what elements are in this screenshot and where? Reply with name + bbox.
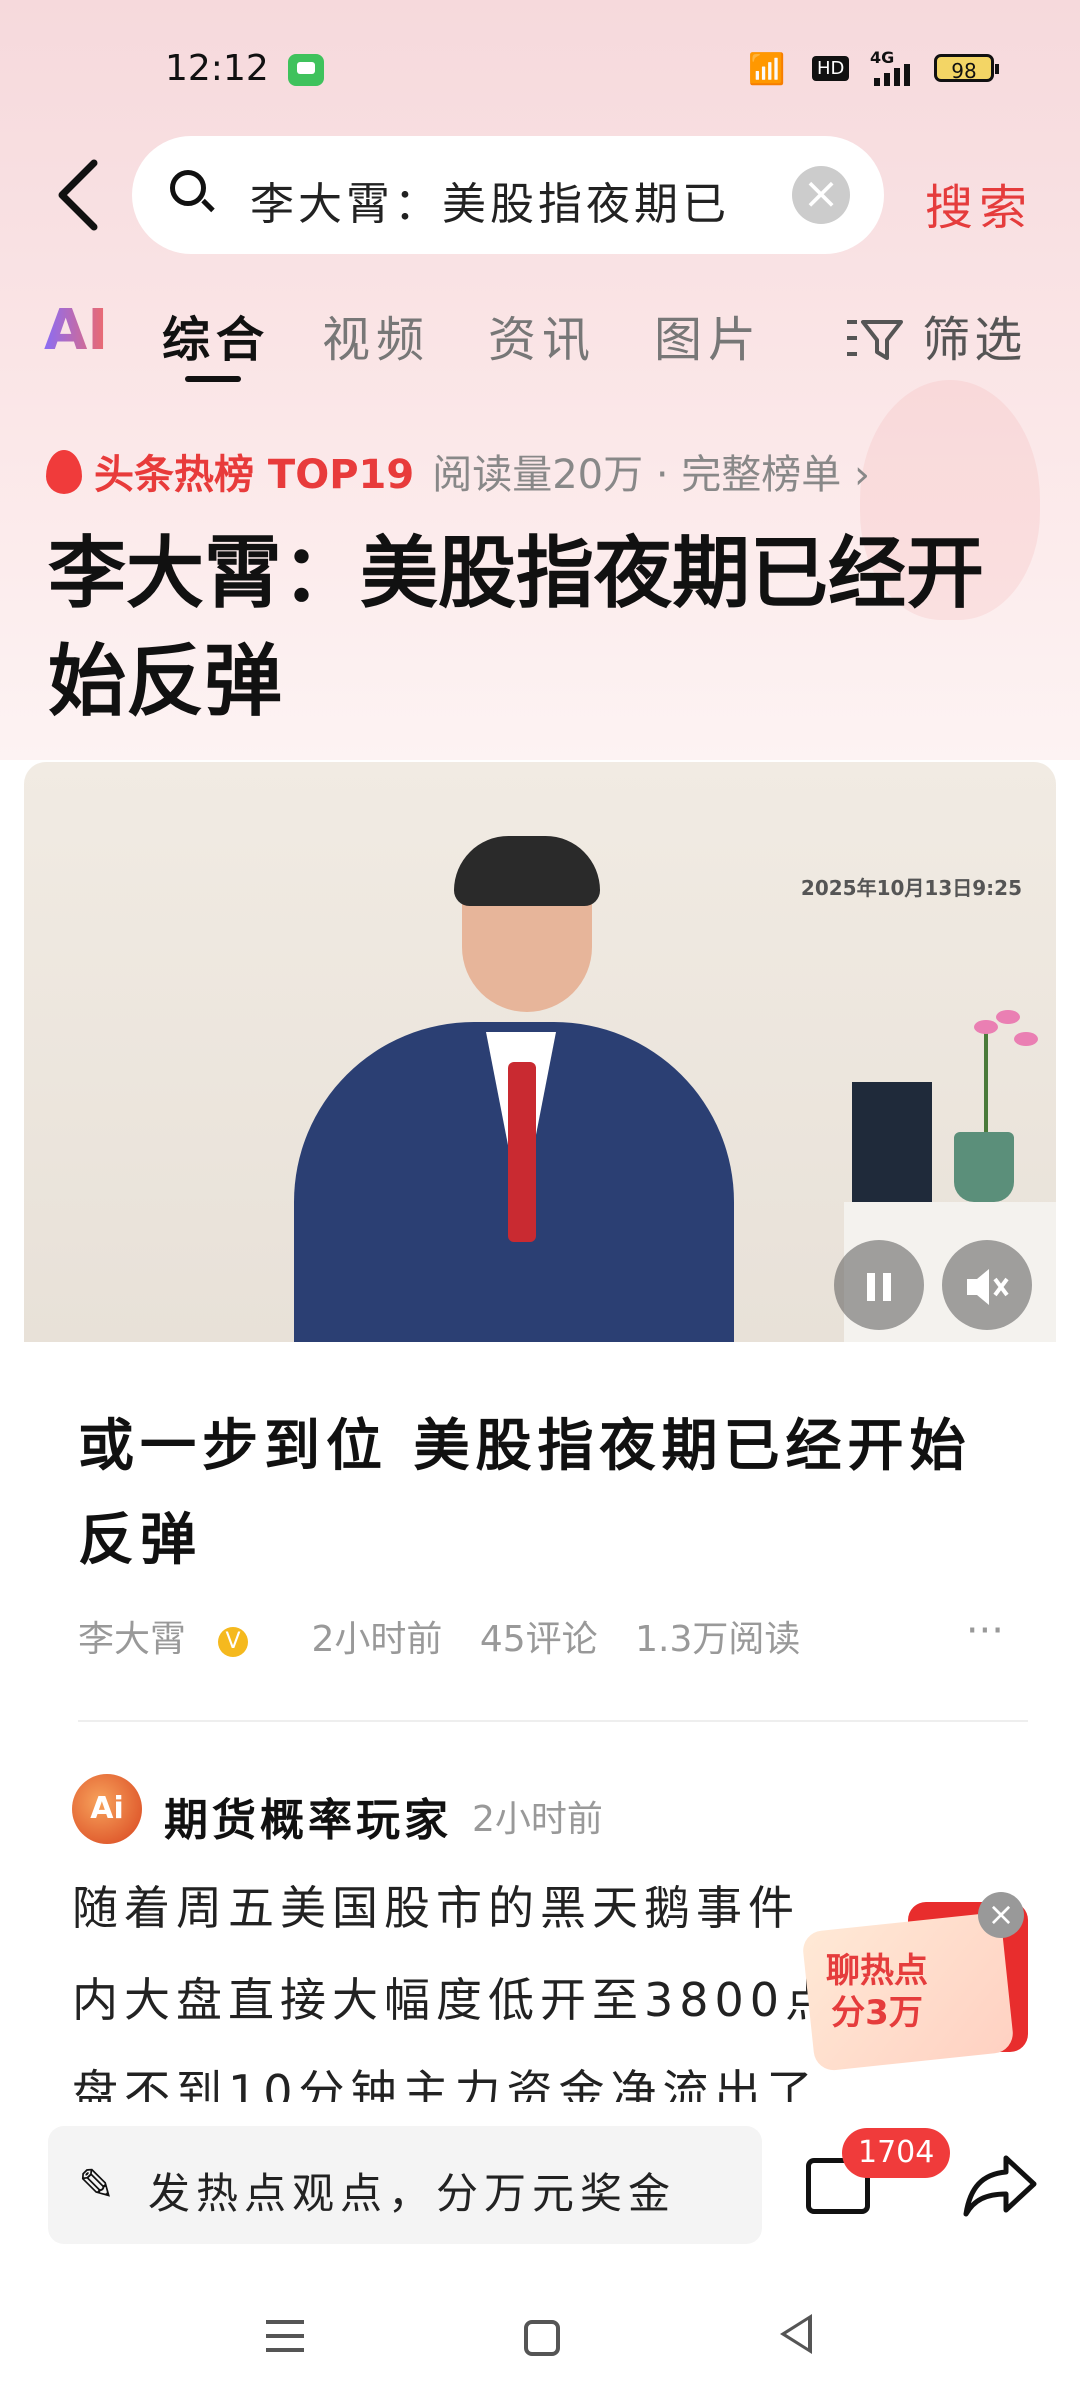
mute-icon bbox=[967, 1269, 1009, 1305]
comment-input[interactable]: ✎ 发热点观点，分万元奖金 bbox=[48, 2126, 762, 2244]
video-petal bbox=[996, 1010, 1020, 1024]
hot-list-title: 头条热榜 TOP19 bbox=[94, 452, 415, 498]
menu-nav-icon[interactable] bbox=[266, 2320, 304, 2362]
pause-icon bbox=[867, 1273, 891, 1301]
post-time: 2小时前 bbox=[472, 1799, 603, 1840]
hot-headline: 李大霄：美股指夜期已经开始反弹 bbox=[48, 529, 985, 727]
tab-images[interactable]: 图片 bbox=[654, 300, 762, 370]
article-time: 2小时前 bbox=[311, 1619, 443, 1660]
mute-button[interactable] bbox=[942, 1240, 1032, 1330]
video-player[interactable]: 2025年10月13日9:25 bbox=[24, 762, 1056, 1342]
filter-button[interactable]: 筛选 bbox=[845, 300, 1026, 370]
video-tie bbox=[508, 1062, 536, 1242]
share-icon[interactable] bbox=[962, 2152, 1038, 2218]
hot-list-line[interactable]: 头条热榜 TOP19 阅读量20万 · 完整榜单 › bbox=[46, 442, 870, 500]
video-book bbox=[852, 1082, 932, 1202]
status-bar: 12:12 📶 HD 4G 98 bbox=[0, 40, 1080, 100]
filter-label: 筛选 bbox=[922, 312, 1027, 368]
back-nav-icon[interactable] bbox=[780, 2314, 812, 2354]
search-input[interactable]: 李大霄：美股指夜期已 × bbox=[132, 136, 884, 254]
hd-icon: HD bbox=[812, 56, 850, 81]
article-author-name[interactable]: 李大霄 bbox=[78, 1619, 186, 1660]
result-tabs: AI 综合 视频 资讯 图片 筛选 bbox=[0, 290, 1080, 382]
search-query[interactable]: 李大霄：美股指夜期已 bbox=[250, 168, 770, 232]
close-icon[interactable]: × bbox=[978, 1892, 1024, 1938]
home-nav-icon[interactable] bbox=[524, 2320, 560, 2356]
verified-icon: V bbox=[218, 1627, 249, 1657]
pen-icon: ✎ bbox=[78, 2160, 115, 2211]
hot-list-meta[interactable]: 阅读量20万 · 完整榜单 › bbox=[432, 452, 870, 498]
tab-video[interactable]: 视频 bbox=[322, 300, 430, 370]
comment-count-badge: 1704 bbox=[842, 2128, 951, 2178]
ai-tab[interactable]: AI bbox=[44, 298, 108, 363]
search-button[interactable]: 搜索 bbox=[925, 168, 1033, 238]
avatar[interactable]: Ai bbox=[72, 1774, 142, 1844]
article-meta: 李大霄 V 2小时前 45评论 1.3万阅读 bbox=[78, 1610, 826, 1662]
comment-placeholder: 发热点观点，分万元奖金 bbox=[148, 2169, 677, 2218]
message-notification-icon bbox=[288, 54, 324, 86]
search-icon bbox=[170, 170, 206, 206]
divider bbox=[78, 1720, 1028, 1722]
article-author[interactable]: 李大霄 V bbox=[78, 1619, 274, 1660]
bottom-bar: ✎ 发热点观点，分万元奖金 1704 bbox=[0, 2102, 1080, 2400]
video-petal bbox=[1014, 1032, 1038, 1046]
clear-icon[interactable]: × bbox=[792, 166, 850, 224]
back-arrow-icon[interactable] bbox=[50, 155, 110, 235]
promo-text: 聊热点分3万 bbox=[826, 1951, 928, 2033]
pause-button[interactable] bbox=[834, 1240, 924, 1330]
tab-news[interactable]: 资讯 bbox=[488, 300, 596, 370]
article-comments: 45评论 bbox=[479, 1619, 598, 1660]
hot-topic-promo[interactable]: ¥ 聊热点分3万 × bbox=[801, 1892, 1028, 2073]
filter-icon bbox=[847, 320, 903, 360]
video-petal bbox=[974, 1020, 998, 1034]
battery-icon: 98 bbox=[934, 54, 999, 83]
video-flowerpot bbox=[954, 1132, 1014, 1202]
article-title[interactable]: 或一步到位 美股指夜期已经开始反弹 bbox=[78, 1400, 1008, 1588]
video-hair bbox=[454, 836, 600, 906]
fire-icon bbox=[46, 450, 82, 494]
status-time: 12:12 bbox=[165, 48, 269, 89]
video-timestamp: 2025年10月13日9:25 bbox=[800, 876, 1022, 900]
article-reads: 1.3万阅读 bbox=[635, 1619, 801, 1660]
more-options-icon[interactable]: ··· bbox=[966, 1608, 1004, 1654]
post-author[interactable]: 期货概率玩家 bbox=[164, 1784, 452, 1848]
wifi-icon: 📶 bbox=[748, 52, 786, 87]
active-tab-indicator bbox=[185, 376, 241, 382]
video-flower-stem bbox=[984, 1022, 988, 1132]
tab-comprehensive[interactable]: 综合 bbox=[162, 300, 270, 370]
signal-icon bbox=[874, 64, 914, 86]
